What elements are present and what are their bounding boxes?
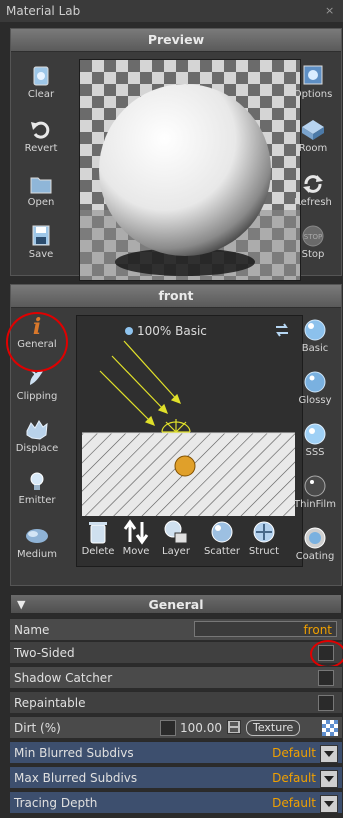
two-sided-row: Two-Sided [10, 641, 342, 663]
revert-icon [28, 119, 54, 141]
layer-toolbar: Delete Move Layer Scatter Struct [77, 516, 302, 566]
thinfilm-sphere-icon [302, 475, 328, 497]
delete-tool[interactable]: Delete [77, 518, 119, 557]
room-icon [300, 119, 326, 141]
sss-button[interactable]: SSS [285, 423, 343, 458]
save-button[interactable]: Save [11, 225, 71, 260]
general-header[interactable]: ▼ General [10, 594, 342, 614]
struct-tool[interactable]: Struct [243, 518, 285, 557]
stop-icon: STOP [300, 225, 326, 247]
options-button[interactable]: Options [283, 65, 343, 100]
clipping-button[interactable]: Clipping [7, 367, 67, 402]
bulb-icon [24, 471, 50, 493]
revert-button[interactable]: Revert [11, 119, 71, 154]
basic-sphere-icon [302, 319, 328, 341]
dirt-value[interactable]: 100.00 [180, 717, 222, 739]
move-icon [122, 518, 150, 546]
trash-icon [84, 518, 112, 546]
max-blurred-dropdown[interactable] [320, 770, 338, 788]
emitter-button[interactable]: Emitter [7, 471, 67, 506]
dirt-row: Dirt (%) 100.00 Texture [10, 716, 342, 738]
basic-button[interactable]: Basic [285, 319, 343, 354]
texture-button[interactable]: Texture [246, 720, 301, 736]
struct-icon [250, 518, 278, 546]
layer-editor: 100% Basic Delete Move Layer Scatter Str… [76, 315, 303, 567]
displace-button[interactable]: Displace [7, 419, 67, 454]
folder-icon [28, 173, 54, 195]
dirt-checkbox[interactable] [160, 720, 176, 736]
layer-icon [162, 518, 190, 546]
sss-sphere-icon [302, 423, 328, 445]
layer-label: 100% Basic [125, 324, 207, 338]
displace-icon [24, 419, 50, 441]
shadow-catcher-checkbox[interactable] [318, 670, 334, 686]
shadow-catcher-row: Shadow Catcher [10, 666, 342, 688]
min-blurred-row: Min Blurred Subdivs Default [10, 741, 342, 763]
layer-tool[interactable]: Layer [155, 518, 197, 557]
scatter-tool[interactable]: Scatter [201, 518, 243, 557]
layer-ball-icon [125, 327, 133, 335]
window-titlebar: Material Lab × [0, 0, 343, 22]
coating-button[interactable]: Coating [285, 527, 343, 562]
name-field[interactable]: front [194, 621, 337, 637]
highlight-two-sided [310, 640, 343, 668]
clear-button[interactable]: Clear [11, 65, 71, 100]
name-row: Name front [10, 618, 342, 640]
thinfilm-button[interactable]: ThinFilm [285, 475, 343, 510]
coating-sphere-icon [302, 527, 328, 549]
highlight-general [6, 312, 68, 372]
material-preview-viewport[interactable] [79, 59, 301, 281]
floppy-icon [28, 225, 54, 247]
glossy-sphere-icon [302, 371, 328, 393]
preview-panel: Preview Clear Revert Open Save Options R… [10, 28, 343, 281]
stop-button[interactable]: STOP Stop [283, 225, 343, 260]
repaintable-row: Repaintable [10, 691, 342, 713]
medium-icon [24, 525, 50, 547]
preview-header[interactable]: Preview [11, 29, 341, 52]
refresh-button[interactable]: Refresh [283, 173, 343, 208]
texture-checker-icon[interactable] [322, 720, 338, 736]
options-icon [300, 65, 326, 87]
tracing-depth-value[interactable]: Default [272, 792, 316, 814]
dirt-spinner[interactable] [227, 720, 241, 734]
stop-badge-text: STOP [304, 233, 322, 241]
window-title: Material Lab [6, 4, 81, 18]
close-icon[interactable]: × [325, 0, 339, 22]
layer-stage[interactable] [82, 321, 295, 516]
repaintable-checkbox[interactable] [318, 695, 334, 711]
refresh-icon [300, 173, 326, 195]
min-blurred-dropdown[interactable] [320, 745, 338, 763]
collapse-triangle-icon[interactable]: ▼ [17, 595, 25, 615]
max-blurred-value[interactable]: Default [272, 767, 316, 789]
move-tool[interactable]: Move [115, 518, 157, 557]
tracing-depth-row: Tracing Depth Default [10, 791, 342, 813]
min-blurred-value[interactable]: Default [272, 742, 316, 764]
max-blurred-row: Max Blurred Subdivs Default [10, 766, 342, 788]
medium-button[interactable]: Medium [7, 525, 67, 560]
clear-icon [28, 65, 54, 87]
room-button[interactable]: Room [283, 119, 343, 154]
scatter-icon [208, 518, 236, 546]
front-header[interactable]: front [11, 285, 341, 308]
open-button[interactable]: Open [11, 173, 71, 208]
glossy-button[interactable]: Glossy [285, 371, 343, 406]
tracing-depth-dropdown[interactable] [320, 795, 338, 813]
